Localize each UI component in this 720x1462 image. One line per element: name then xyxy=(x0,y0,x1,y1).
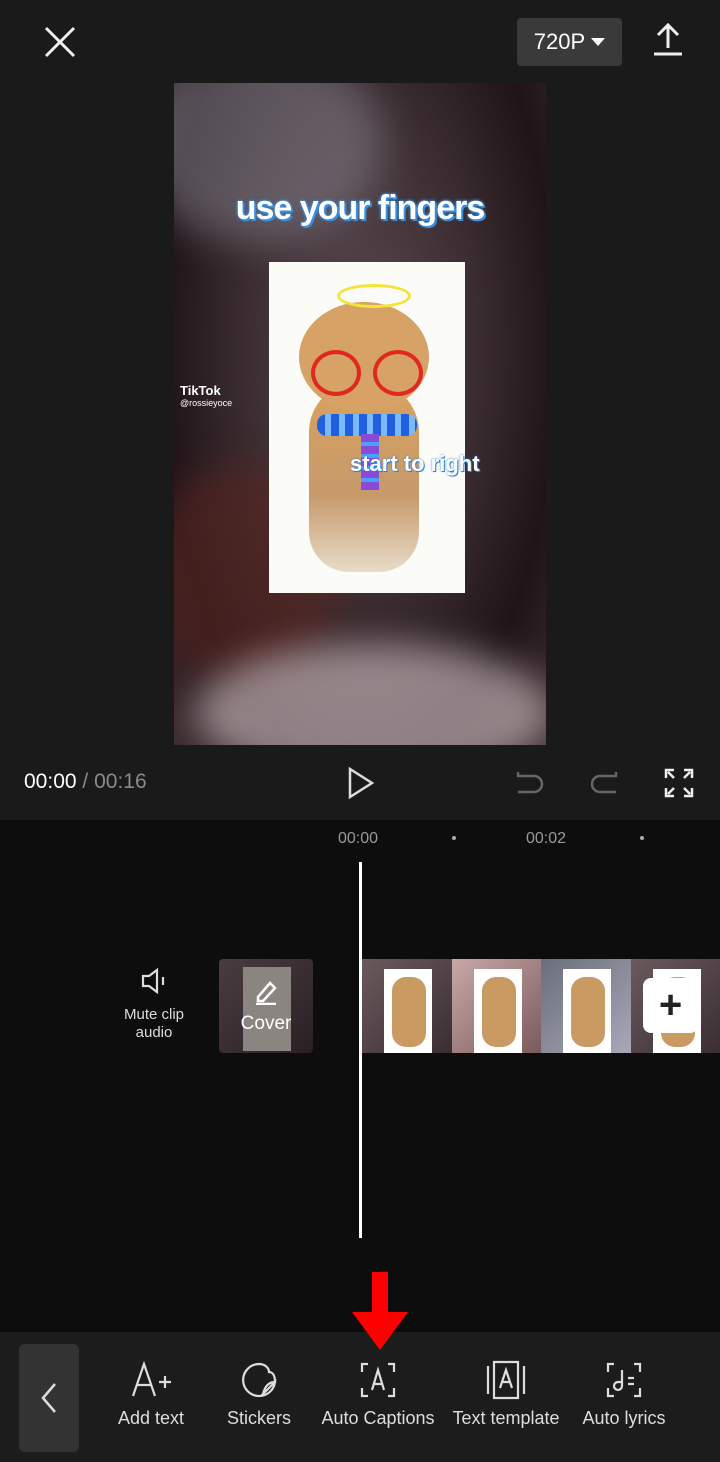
export-icon[interactable] xyxy=(648,20,688,60)
text-template-icon xyxy=(486,1360,526,1400)
clip-frame xyxy=(362,959,452,1053)
close-icon[interactable] xyxy=(38,20,82,64)
timeline-tick: 00:00 xyxy=(338,830,379,847)
time-separator: / xyxy=(82,770,89,793)
tool-label: Auto lyrics xyxy=(582,1408,666,1428)
cover-label: Cover xyxy=(240,1013,292,1034)
video-subtitle-text: start to right xyxy=(350,451,480,476)
chevron-down-icon xyxy=(591,38,606,46)
add-text-icon xyxy=(131,1360,171,1397)
mute-label: Mute clip audio xyxy=(123,1006,185,1041)
add-clip-button[interactable]: + xyxy=(643,978,698,1033)
tool-label: Auto Captions xyxy=(321,1408,435,1428)
current-time: 00:00 xyxy=(24,770,77,793)
clip-frame xyxy=(451,959,541,1053)
total-time: 00:16 xyxy=(94,770,147,793)
red-arrow-annotation xyxy=(352,1272,408,1350)
clip-frame xyxy=(541,959,631,1053)
tool-auto-captions[interactable]: Auto Captions xyxy=(316,1358,440,1429)
tool-auto-lyrics[interactable]: Auto lyrics xyxy=(574,1358,674,1429)
tool-stickers[interactable]: Stickers xyxy=(214,1358,304,1429)
cat-image xyxy=(269,262,465,593)
glasses-icon xyxy=(311,350,361,396)
play-icon[interactable] xyxy=(345,766,377,800)
edit-pencil-icon xyxy=(256,981,277,1005)
glasses-icon xyxy=(373,350,423,396)
speaker-icon xyxy=(141,967,165,995)
resolution-dropdown[interactable]: 720P xyxy=(517,18,622,66)
halo-icon xyxy=(337,284,411,308)
mute-clip-audio-button[interactable]: Mute clip audio xyxy=(110,966,198,1042)
undo-icon[interactable] xyxy=(512,766,548,800)
fullscreen-icon[interactable] xyxy=(662,766,696,800)
video-headline-text: use your fingers xyxy=(235,189,486,227)
playhead[interactable] xyxy=(359,862,362,1238)
tool-add-text[interactable]: Add text xyxy=(106,1358,196,1429)
tool-label: Add text xyxy=(117,1408,185,1428)
timeline-tick: 00:02 xyxy=(526,830,567,847)
watermark-logo: TikTok xyxy=(180,383,221,398)
back-button[interactable] xyxy=(19,1344,79,1452)
scarf xyxy=(317,414,417,436)
tool-text-template[interactable]: Text template xyxy=(446,1358,566,1429)
timeline-dot xyxy=(640,836,644,840)
tool-label: Text template xyxy=(452,1408,560,1428)
playback-time: 00:00 / 00:16 xyxy=(24,770,147,794)
tool-label: Stickers xyxy=(226,1408,291,1428)
timeline-dot xyxy=(452,836,456,840)
resolution-label: 720P xyxy=(533,29,586,54)
redo-icon[interactable] xyxy=(586,766,622,800)
auto-lyrics-icon xyxy=(606,1362,642,1398)
cover-button[interactable]: Cover xyxy=(219,959,313,1053)
sticker-icon xyxy=(242,1362,277,1398)
watermark-handle: @rossieyoce xyxy=(180,398,233,408)
auto-captions-icon xyxy=(360,1362,396,1398)
video-preview[interactable]: use your fingers start to right TikTok @r… xyxy=(174,83,546,745)
chevron-left-icon xyxy=(41,1383,56,1413)
tiktok-watermark: TikTok @rossieyoce xyxy=(180,383,232,408)
